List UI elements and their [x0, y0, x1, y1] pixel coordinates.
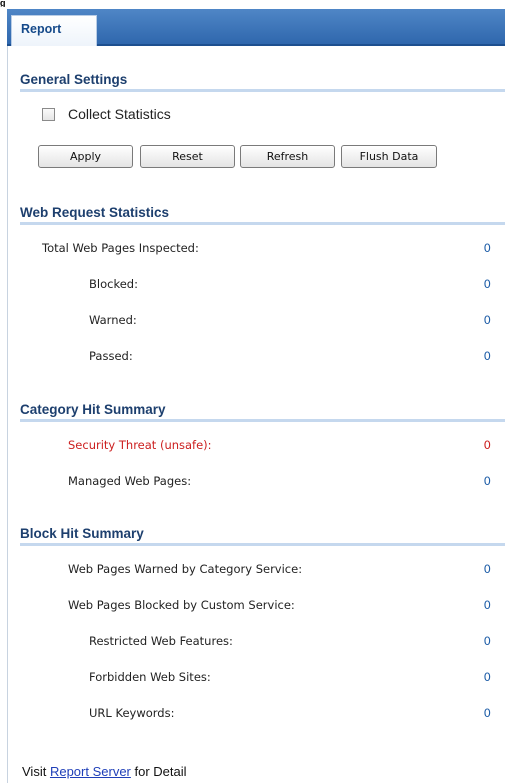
section-divider: [20, 222, 505, 225]
forbidden-web-sites-label: Forbidden Web Sites:: [89, 670, 211, 684]
url-keywords-value: 0: [483, 706, 491, 720]
blocked-by-custom-service-label: Web Pages Blocked by Custom Service:: [68, 598, 295, 612]
warned-label: Warned:: [89, 313, 137, 327]
caption-glyph: g: [0, 0, 6, 7]
footer-prefix: Visit: [22, 764, 47, 779]
security-threat-value: 0: [483, 438, 491, 452]
section-divider: [20, 89, 505, 92]
warned-by-category-service-value: 0: [483, 562, 491, 576]
blocked-label: Blocked:: [89, 277, 138, 291]
managed-web-pages-value: 0: [483, 474, 491, 488]
refresh-button[interactable]: Refresh: [240, 145, 335, 168]
security-threat-label: Security Threat (unsafe):: [68, 438, 212, 452]
tab-report[interactable]: Report: [11, 15, 97, 46]
restricted-web-features-value: 0: [483, 634, 491, 648]
tab-bar: Report: [7, 9, 505, 46]
tab-report-label: Report: [21, 22, 62, 36]
warned-value: 0: [483, 313, 491, 327]
footer-suffix: for Detail: [134, 764, 187, 779]
section-title-block-hit-summary: Block Hit Summary: [20, 526, 144, 541]
section-title-category-hit-summary: Category Hit Summary: [20, 402, 166, 417]
flush-data-button[interactable]: Flush Data: [341, 145, 437, 168]
section-divider: [20, 419, 505, 422]
collect-statistics-checkbox[interactable]: [42, 108, 55, 121]
forbidden-web-sites-value: 0: [483, 670, 491, 684]
apply-button[interactable]: Apply: [38, 145, 133, 168]
report-server-link[interactable]: Report Server: [50, 764, 131, 779]
managed-web-pages-label: Managed Web Pages:: [68, 474, 192, 488]
passed-label: Passed:: [89, 349, 133, 363]
blocked-by-custom-service-value: 0: [483, 598, 491, 612]
restricted-web-features-label: Restricted Web Features:: [89, 634, 233, 648]
section-title-general-settings: General Settings: [20, 72, 128, 87]
section-divider: [20, 543, 505, 546]
figure-caption-fragment: g: [0, 0, 505, 8]
reset-button[interactable]: Reset: [140, 145, 235, 168]
section-title-web-request-statistics: Web Request Statistics: [20, 205, 170, 220]
warned-by-category-service-label: Web Pages Warned by Category Service:: [68, 562, 303, 576]
blocked-value: 0: [483, 277, 491, 291]
report-server-footer: Visit Report Server for Detail: [22, 764, 187, 779]
url-keywords-label: URL Keywords:: [89, 706, 175, 720]
passed-value: 0: [483, 349, 491, 363]
total-web-pages-inspected-value: 0: [483, 241, 491, 255]
total-web-pages-inspected-label: Total Web Pages Inspected:: [42, 241, 199, 255]
collect-statistics-label: Collect Statistics: [68, 106, 171, 122]
